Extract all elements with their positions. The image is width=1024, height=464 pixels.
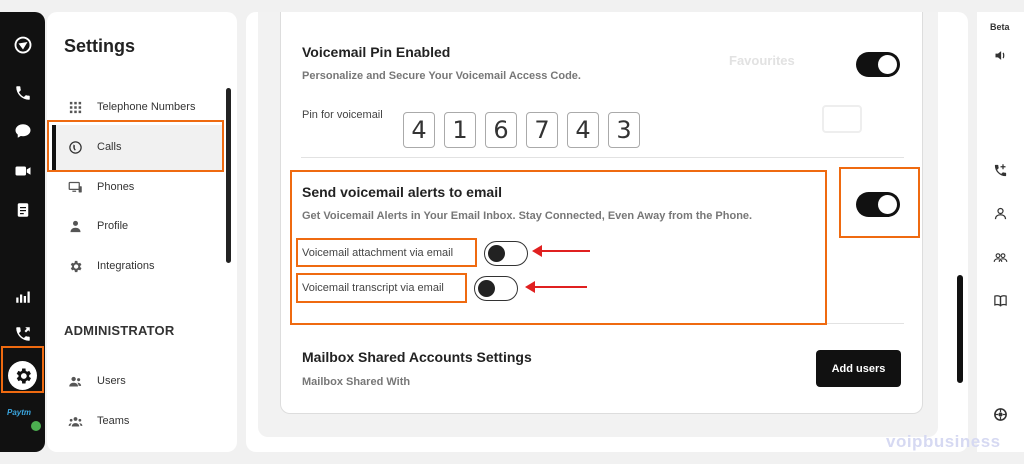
pin-digit-2[interactable]: 1: [444, 112, 476, 148]
voipbusiness-watermark: voipbusiness: [886, 432, 1001, 451]
section-divider: [301, 157, 904, 158]
teams-icon: [67, 413, 83, 429]
brand-logo-icon[interactable]: [12, 34, 33, 55]
support-icon[interactable]: [992, 406, 1008, 422]
person-outline-icon[interactable]: [992, 205, 1008, 221]
beta-label: Beta: [990, 22, 1010, 32]
voicemail-pin-toggle[interactable]: [856, 52, 900, 77]
group-icon[interactable]: [992, 249, 1008, 265]
sidebar-item-label: Users: [97, 375, 126, 387]
attachment-highlight-box: [296, 238, 477, 267]
integrations-gear-icon: [67, 258, 83, 274]
sidebar-item-telephone-numbers[interactable]: Telephone Numbers: [67, 96, 195, 118]
phone-icon[interactable]: [12, 82, 33, 103]
pin-digit-1[interactable]: 4: [403, 112, 435, 148]
sidebar-item-label: Profile: [97, 220, 129, 232]
voicemail-pin-title: Voicemail Pin Enabled: [302, 44, 451, 60]
sidebar-item-label: Teams: [97, 415, 130, 427]
sidebar-scrollbar[interactable]: [226, 88, 231, 263]
person-icon: [67, 218, 83, 234]
call-forward-icon[interactable]: [12, 323, 33, 344]
mailbox-title: Mailbox Shared Accounts Settings: [302, 349, 532, 365]
sidebar-item-teams[interactable]: Teams: [67, 410, 129, 432]
online-status-dot: [31, 421, 41, 431]
sidebar-item-profile[interactable]: Profile: [67, 215, 128, 237]
settings-sidebar: Settings Telephone Numbers Calls Phones …: [47, 12, 237, 452]
admin-section-heading: ADMINISTRATOR: [64, 323, 175, 338]
add-users-button[interactable]: Add users: [816, 350, 901, 387]
transcript-highlight-box: [296, 273, 467, 303]
main-scrollbar[interactable]: [957, 275, 963, 383]
book-icon[interactable]: [992, 292, 1008, 308]
settings-highlight-box: [1, 346, 44, 393]
ghost-box: [822, 105, 862, 133]
chat-icon[interactable]: [12, 120, 33, 141]
analytics-icon[interactable]: [12, 285, 33, 306]
email-toggle-highlight-box: [839, 167, 920, 238]
users-icon: [67, 373, 83, 389]
pin-label: Pin for voicemail: [302, 109, 383, 121]
sidebar-item-label: Integrations: [97, 260, 155, 272]
mailbox-subtitle: Mailbox Shared With: [302, 376, 411, 388]
ghost-favourites-label: Favourites: [729, 53, 795, 68]
pin-digit-6[interactable]: 3: [608, 112, 640, 148]
sidebar-title: Settings: [64, 36, 136, 56]
right-utility-rail: Beta: [977, 12, 1024, 452]
phone-add-icon[interactable]: [992, 162, 1008, 178]
attachment-arrow: [532, 245, 590, 257]
sidebar-item-integrations[interactable]: Integrations: [67, 255, 154, 277]
monitor-phone-icon: [67, 179, 83, 195]
grid-dialpad-icon: [67, 99, 83, 115]
calls-highlight-box: [47, 120, 224, 172]
pin-digit-4[interactable]: 7: [526, 112, 558, 148]
notes-icon[interactable]: [12, 199, 33, 220]
voicemail-pin-subtitle: Personalize and Secure Your Voicemail Ac…: [302, 70, 581, 82]
pin-digit-3[interactable]: 6: [485, 112, 517, 148]
paytm-logo: Paytm: [7, 408, 32, 417]
sidebar-item-label: Phones: [97, 181, 135, 193]
sidebar-item-users[interactable]: Users: [67, 370, 126, 392]
speaker-icon[interactable]: [992, 47, 1008, 63]
video-icon[interactable]: [12, 160, 33, 181]
sidebar-item-label: Telephone Numbers: [97, 101, 196, 113]
transcript-arrow: [525, 281, 587, 293]
pin-digit-5[interactable]: 4: [567, 112, 599, 148]
toggle-knob: [878, 55, 897, 74]
sidebar-item-phones[interactable]: Phones: [67, 176, 134, 198]
